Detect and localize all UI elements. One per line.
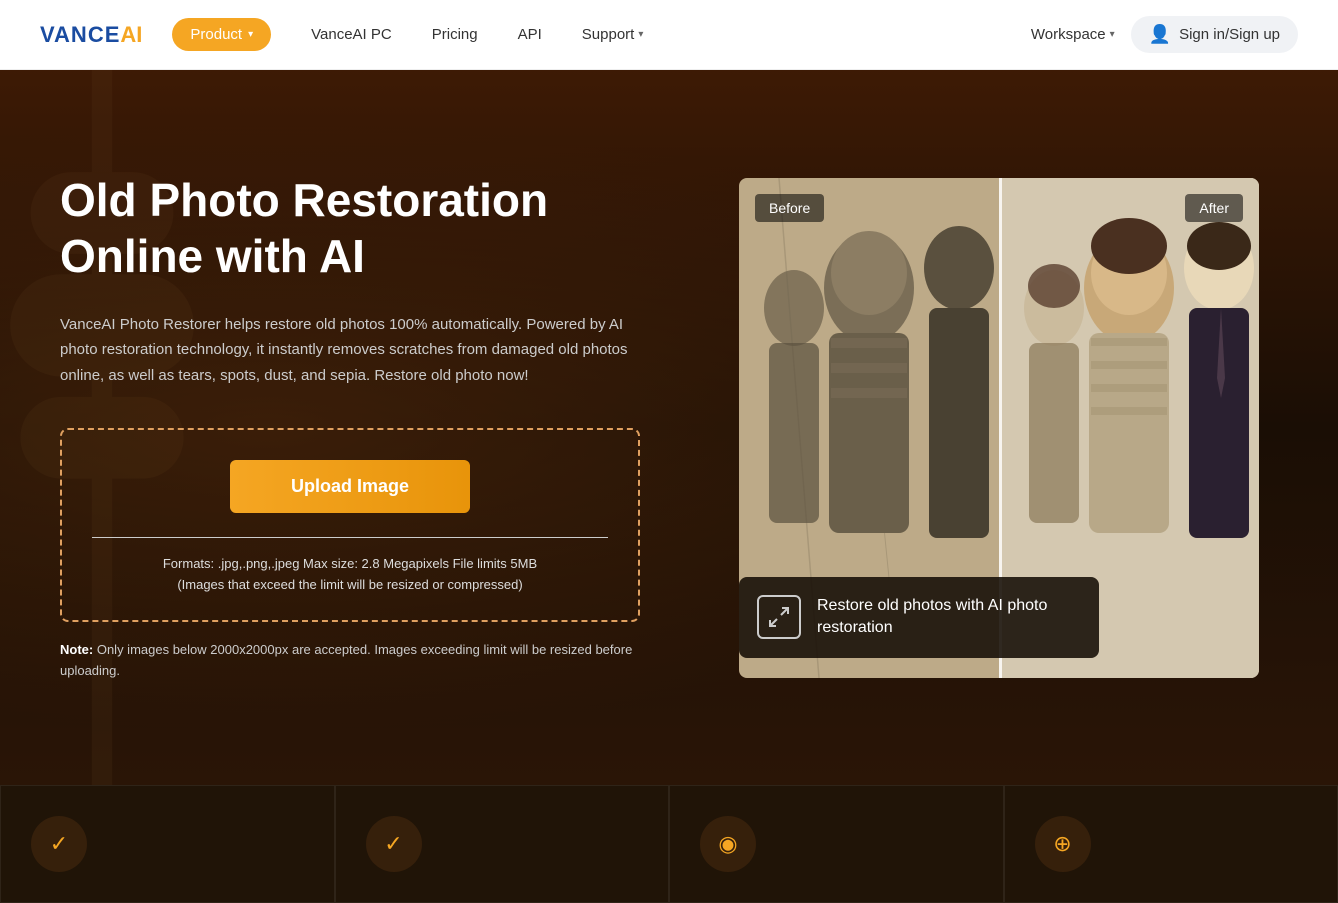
note-text: Note: Only images below 2000x2000px are … (60, 640, 640, 682)
hero-left: Old Photo Restoration Online with AI Van… (60, 173, 680, 681)
workspace-chevron-icon: ▾ (1110, 29, 1115, 40)
upload-divider (92, 537, 608, 538)
nav-links: Product ▾ VanceAI PC Pricing API Support… (172, 18, 1030, 51)
nav-pricing[interactable]: Pricing (412, 18, 498, 51)
info-text: Restore old photos with AI photo restora… (817, 595, 1047, 640)
nav-support[interactable]: Support ▾ (562, 18, 664, 51)
signin-button[interactable]: 👤 Sign in/Sign up (1131, 16, 1298, 53)
nav-vanceai-pc[interactable]: VanceAI PC (291, 18, 412, 51)
user-icon: 👤 (1149, 24, 1171, 45)
comparison-container: Before After Restore old photos with AI … (739, 178, 1259, 678)
label-before: Before (755, 194, 824, 222)
label-after: After (1185, 194, 1243, 222)
feature-card-4: ⊕ (1004, 785, 1338, 903)
hero-title: Old Photo Restoration Online with AI (60, 173, 680, 283)
feature-card-4-icon: ⊕ (1035, 816, 1091, 872)
upload-area: Upload Image Formats: .jpg,.png,.jpeg Ma… (60, 428, 640, 622)
product-chevron-icon: ▾ (248, 29, 253, 40)
info-overlay: Restore old photos with AI photo restora… (739, 577, 1099, 658)
product-dropdown-button[interactable]: Product ▾ (172, 18, 271, 51)
feature-card-1: ✓ (0, 785, 335, 903)
expand-icon (767, 605, 791, 629)
feature-card-1-icon: ✓ (31, 816, 87, 872)
feature-card-3: ◉ (669, 785, 1004, 903)
hero-right: Before After Restore old photos with AI … (720, 178, 1278, 678)
feature-card-2-icon: ✓ (366, 816, 422, 872)
logo-link[interactable]: VANCE AI (40, 22, 142, 48)
hero-section: Old Photo Restoration Online with AI Van… (0, 70, 1338, 785)
hero-description: VanceAI Photo Restorer helps restore old… (60, 312, 640, 389)
feature-card-2: ✓ (335, 785, 670, 903)
feature-card-3-icon: ◉ (700, 816, 756, 872)
feature-cards-row: ✓ ✓ ◉ ⊕ (0, 785, 1338, 903)
navbar: VANCE AI Product ▾ VanceAI PC Pricing AP… (0, 0, 1338, 70)
upload-image-button[interactable]: Upload Image (230, 460, 470, 513)
nav-right: Workspace ▾ 👤 Sign in/Sign up (1031, 16, 1298, 53)
logo-vance: VANCE (40, 22, 120, 48)
workspace-label: Workspace (1031, 26, 1106, 43)
workspace-button[interactable]: Workspace ▾ (1031, 26, 1115, 43)
product-label: Product (190, 26, 242, 43)
signin-label: Sign in/Sign up (1179, 26, 1280, 43)
logo-ai: AI (120, 22, 142, 48)
nav-api[interactable]: API (498, 18, 562, 51)
note-label: Note: (60, 642, 93, 657)
support-chevron-icon: ▾ (638, 29, 643, 40)
restore-icon (757, 595, 801, 639)
upload-formats-text: Formats: .jpg,.png,.jpeg Max size: 2.8 M… (92, 554, 608, 596)
